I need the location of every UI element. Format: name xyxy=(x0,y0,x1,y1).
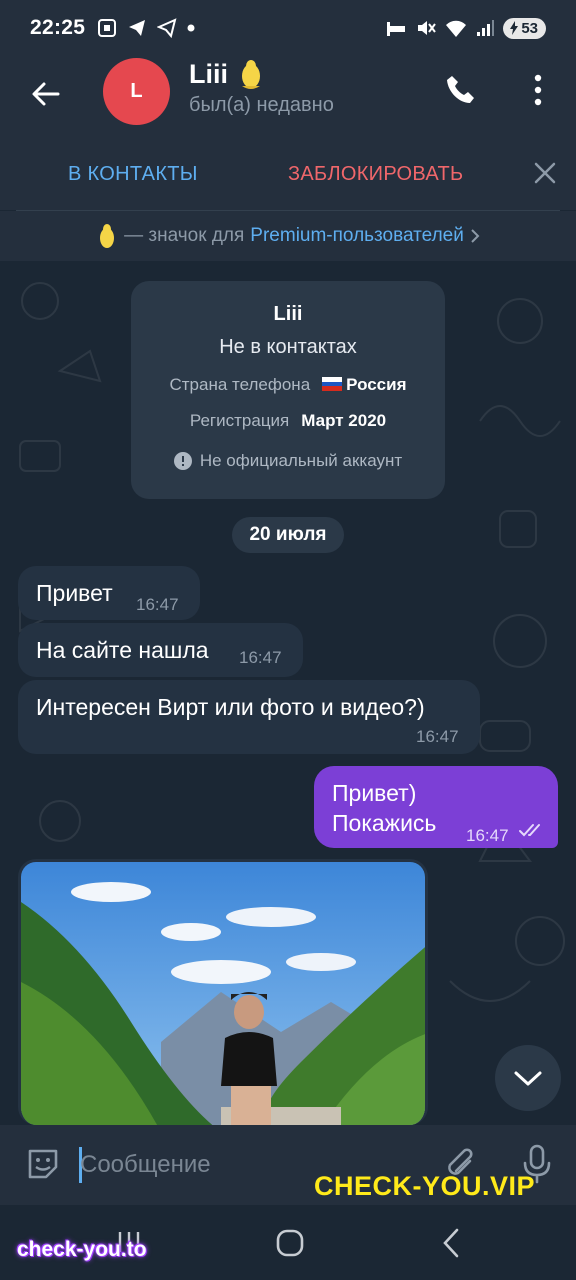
close-icon[interactable] xyxy=(532,160,558,186)
more-vert-icon[interactable] xyxy=(524,70,552,110)
premium-bar-text: — значок для xyxy=(124,225,245,246)
message-text: Привет) xyxy=(332,780,417,806)
message-bubble-in[interactable]: На сайте нашла 16:47 xyxy=(18,623,303,677)
message-bubble-in[interactable]: Интересен Вирт или фото и видео?) 16:47 xyxy=(18,680,480,754)
chevron-down-icon xyxy=(514,1071,542,1086)
registration-label: Регистрация xyxy=(189,411,290,430)
info-alert-icon xyxy=(173,452,192,470)
scroll-down-button[interactable] xyxy=(495,1045,561,1111)
premium-emoji-status-icon xyxy=(242,60,260,89)
charging-icon xyxy=(510,21,519,35)
date-separator: 20 июля xyxy=(232,517,344,553)
info-card-status: Не в контактах xyxy=(219,336,357,358)
wifi-icon xyxy=(446,20,467,37)
message-time: 16:47 xyxy=(466,826,509,845)
message-time: 16:47 xyxy=(239,648,282,667)
phone-country-label: Страна телефона xyxy=(169,375,311,394)
russia-flag-icon xyxy=(322,377,343,391)
back-arrow-icon[interactable] xyxy=(26,74,66,114)
chevron-right-icon xyxy=(471,229,480,243)
message-time: 16:47 xyxy=(136,595,179,614)
unofficial-warning-text: Не официальный аккаунт xyxy=(199,451,403,470)
premium-link[interactable]: Premium-пользователей xyxy=(250,225,464,247)
signal-icon xyxy=(477,20,495,36)
message-text: На сайте нашла xyxy=(36,637,209,663)
premium-emoji-status-icon xyxy=(100,224,115,248)
message-bubble-in[interactable]: Привет 16:47 xyxy=(18,566,200,620)
watermark-text: check-you.to xyxy=(17,1238,147,1261)
unofficial-warning: Не официальный аккаунт xyxy=(131,451,445,471)
home-icon[interactable] xyxy=(276,1229,304,1257)
nav-back-icon[interactable] xyxy=(440,1227,462,1259)
sticker-emoji-icon[interactable] xyxy=(24,1145,62,1183)
message-text: Привет xyxy=(36,580,113,606)
photo-image xyxy=(21,862,425,1125)
read-checkmarks-icon xyxy=(519,824,540,837)
block-user-button[interactable]: ЗАБЛОКИРОВАТЬ xyxy=(288,163,463,186)
alarm-icon xyxy=(387,22,406,36)
contact-actions-bar: В КОНТАКТЫ ЗАБЛОКИРОВАТЬ xyxy=(0,138,576,210)
message-time: 16:47 xyxy=(416,727,459,746)
phone-country-row: Страна телефона Россия xyxy=(131,375,445,395)
status-bar: 22:25 53 xyxy=(0,0,576,56)
contact-info-card: Liii Не в контактах Страна телефона Росс… xyxy=(131,281,445,499)
screenshot-icon xyxy=(98,19,117,37)
avatar[interactable]: L xyxy=(103,58,170,125)
contact-name: Liii xyxy=(189,58,228,89)
premium-info-bar[interactable]: — значок для Premium-пользователей xyxy=(0,211,576,261)
battery-icon: 53 xyxy=(503,17,546,39)
message-text: Интересен Вирт или фото и видео?) xyxy=(36,694,425,720)
status-time: 22:25 xyxy=(30,16,86,39)
message-bubble-out[interactable]: Привет) Покажись 16:47 xyxy=(314,766,558,848)
phone-country-value: Россия xyxy=(322,375,407,395)
info-card-name: Liii xyxy=(273,303,303,325)
telegram-icon xyxy=(157,18,177,38)
battery-level: 53 xyxy=(521,19,538,37)
registration-row: Регистрация Март 2020 xyxy=(131,411,445,431)
chat-area[interactable]: Liii Не в контактах Страна телефона Росс… xyxy=(0,261,576,1125)
last-seen: был(а) недавно xyxy=(189,94,334,116)
telegram-icon xyxy=(129,20,146,36)
photo-message[interactable] xyxy=(18,859,428,1125)
dot-icon xyxy=(187,24,195,32)
mute-icon xyxy=(418,21,437,35)
watermark-text: CHECK-YOU.VIP xyxy=(314,1171,536,1201)
chat-header: L Liii был(а) недавно xyxy=(0,56,576,138)
chat-title[interactable]: Liii был(а) недавно xyxy=(189,58,334,117)
add-contact-button[interactable]: В КОНТАКТЫ xyxy=(68,163,198,186)
phone-country-text: Россия xyxy=(346,375,407,394)
registration-value: Март 2020 xyxy=(301,411,387,430)
phone-icon[interactable] xyxy=(443,72,479,108)
